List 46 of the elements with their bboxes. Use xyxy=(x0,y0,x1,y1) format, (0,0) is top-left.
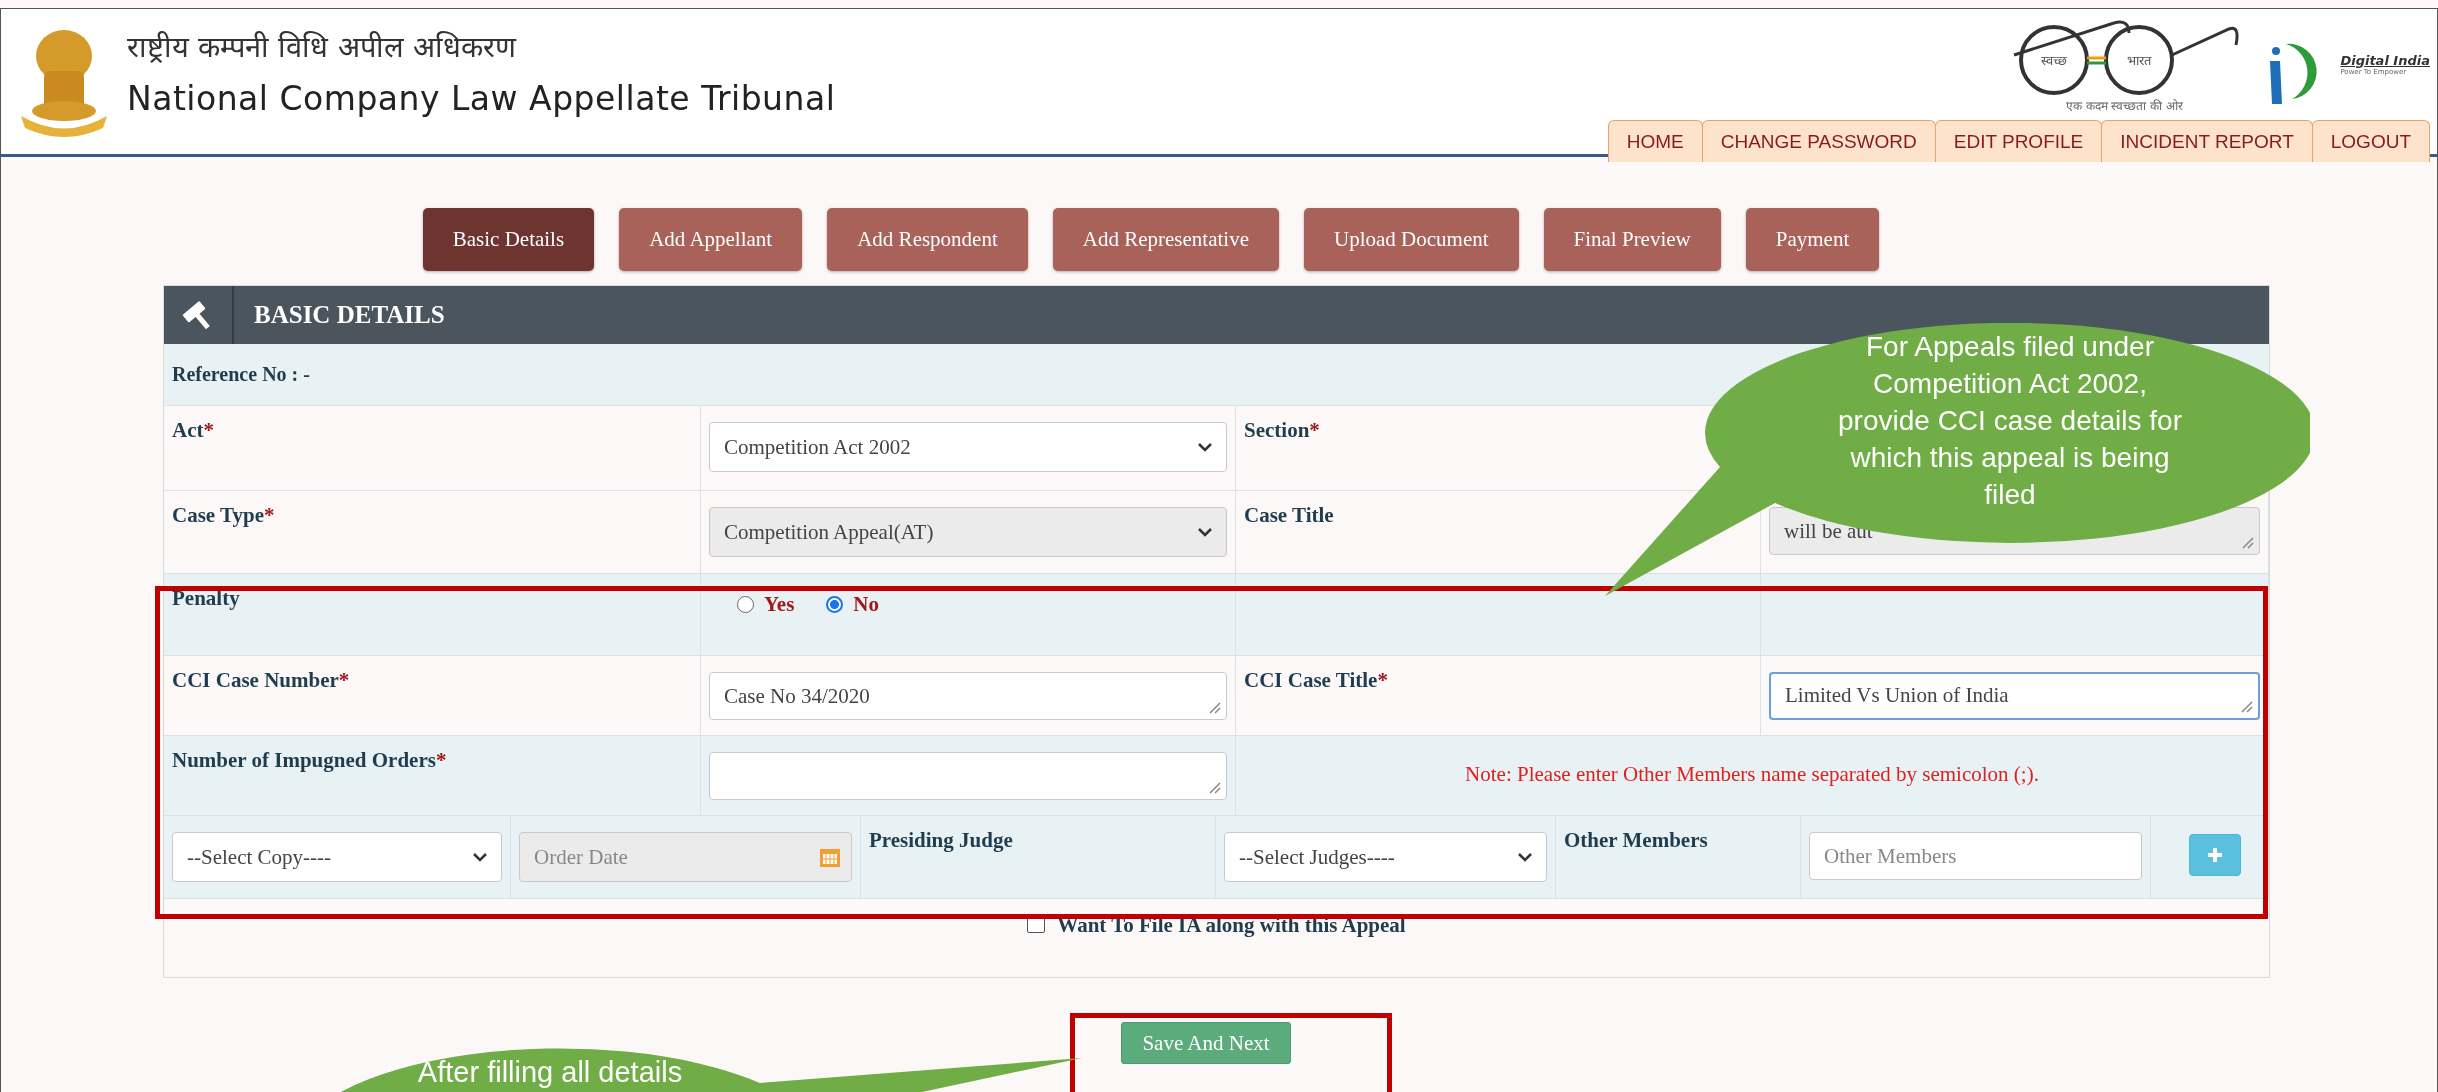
nav-link[interactable]: CHANGE PASSWORD xyxy=(1701,120,1936,162)
field-label: Section* xyxy=(1244,417,1320,443)
step-tab[interactable]: Basic Details xyxy=(422,208,595,271)
field-label: Number of Impugned Orders* xyxy=(172,747,447,773)
radio-button[interactable] xyxy=(737,596,754,613)
nav-link[interactable]: HOME xyxy=(1607,120,1703,162)
note-text: Note: Please enter Other Members name separated by semicolon (;). xyxy=(1464,761,2040,787)
callout-text: For Appeals filed under Competition Act 2002, provide CCI case details for which this appeal is being filed xyxy=(1837,330,2183,512)
text-area[interactable]: Case No 34/2020 xyxy=(709,672,1227,720)
step-tab[interactable]: Payment xyxy=(1745,208,1880,271)
field-label: Act* xyxy=(172,417,214,443)
radio-label: No xyxy=(853,592,879,617)
site-title: National Company Law Appellate Tribunal xyxy=(127,79,836,118)
dropdown[interactable]: --Select Copy---- xyxy=(172,832,502,882)
logo-title: Digital India xyxy=(2340,52,2430,68)
radio-label: Yes xyxy=(764,592,795,617)
step-tab[interactable]: Final Preview xyxy=(1543,208,1721,271)
dropdown[interactable]: --Select Judges---- xyxy=(1224,832,1547,882)
step-tab[interactable]: Add Respondent xyxy=(827,208,1028,271)
field-label: Case Title xyxy=(1244,502,1334,528)
field-label: Presiding Judge xyxy=(869,827,1013,853)
dropdown[interactable]: Competition Act 2002 xyxy=(709,422,1227,472)
title-hindi: राष्ट्रीय कम्पनी विधि अपील अधिकरण xyxy=(127,29,518,65)
nav-link[interactable]: INCIDENT REPORT xyxy=(2101,120,2313,162)
logo-tagline: एक कदम स्वच्छता की ओर xyxy=(2065,97,2183,114)
text-area[interactable]: Limited Vs Union of India xyxy=(1769,672,2260,720)
plus-icon xyxy=(2206,846,2224,864)
step-tab[interactable]: Upload Document xyxy=(1304,208,1519,271)
field-label: Other Members xyxy=(1564,827,1708,853)
logo-text: भारत xyxy=(2127,52,2152,68)
reference-number: Reference No : - xyxy=(172,363,310,386)
nav-link[interactable]: EDIT PROFILE xyxy=(1934,120,2103,162)
field-label: CCI Case Number* xyxy=(172,667,350,693)
field-label: Penalty xyxy=(172,585,240,611)
step-tab[interactable]: Add Appellant xyxy=(619,208,803,271)
field-label: CCI Case Title* xyxy=(1244,667,1388,693)
calendar-icon xyxy=(819,846,841,868)
field-label: Case Type* xyxy=(172,502,275,528)
step-tab[interactable]: Add Representative xyxy=(1052,208,1279,271)
add-button[interactable] xyxy=(2189,834,2241,876)
panel-title: BASIC DETAILS xyxy=(254,301,445,329)
logo-text: स्वच्छ xyxy=(2041,52,2068,68)
radio-button[interactable] xyxy=(826,596,844,613)
callout-text: After filling all details xyxy=(416,1055,684,1090)
nav-link[interactable]: LOGOUT xyxy=(2311,120,2430,162)
input-field[interactable]: Other Members xyxy=(1809,832,2142,880)
